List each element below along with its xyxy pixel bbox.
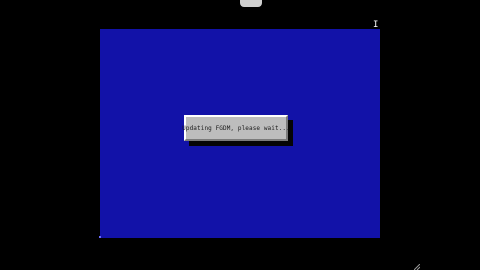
screen-corner-marker	[99, 236, 101, 238]
dialog-message: Updating FGDM, please wait...	[182, 124, 290, 132]
toolbar-tab[interactable]	[240, 0, 262, 7]
resize-grip-icon[interactable]	[414, 264, 420, 270]
progress-dialog: Updating FGDM, please wait...	[182, 115, 290, 141]
vm-viewport: I Updating FGDM, please wait...	[0, 0, 480, 270]
